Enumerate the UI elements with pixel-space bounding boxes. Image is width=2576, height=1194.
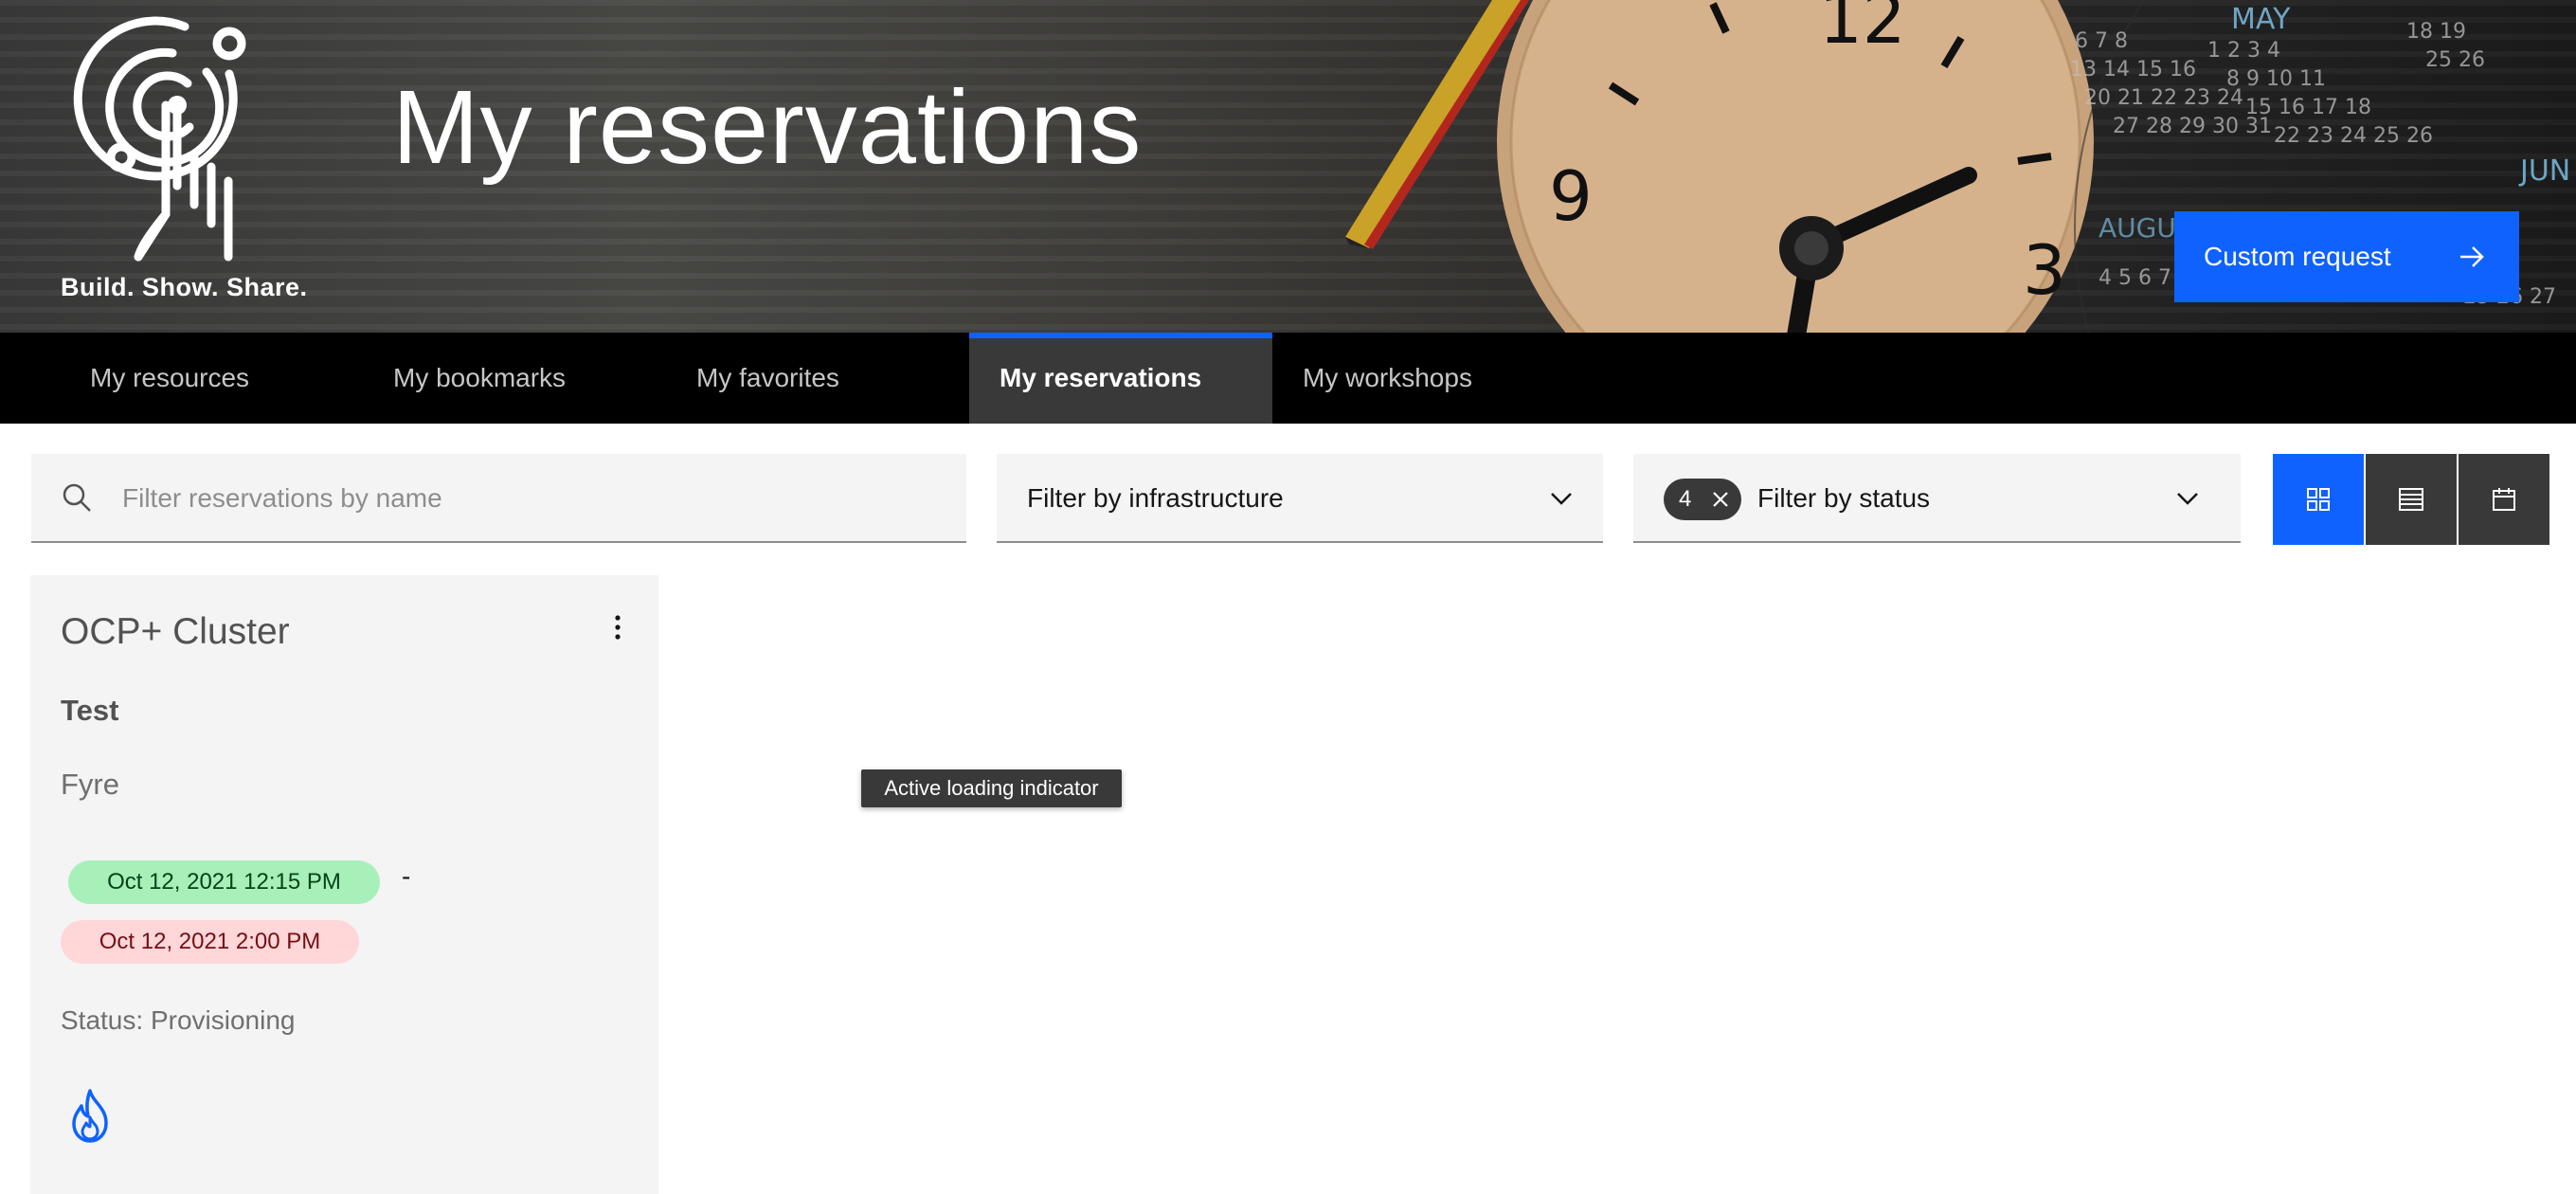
svg-text:4 5 6 7: 4 5 6 7: [2099, 266, 2171, 290]
reservation-status: Status: Provisioning: [61, 1005, 296, 1035]
custom-request-label: Custom request: [2204, 242, 2391, 271]
svg-text:12: 12: [1819, 0, 1906, 59]
grid-icon: [2307, 488, 2330, 511]
chevron-down-icon: [1551, 493, 1572, 505]
infrastructure-filter-dropdown[interactable]: Filter by infrastructure: [997, 454, 1603, 543]
list-view-button[interactable]: [2366, 454, 2457, 545]
svg-text:20 21 22 23 24: 20 21 22 23 24: [2084, 86, 2243, 110]
svg-text:8 9 10 11: 8 9 10 11: [2226, 67, 2326, 91]
status-selected-count-tag[interactable]: 4: [1664, 479, 1741, 520]
svg-text:9: 9: [1549, 156, 1593, 236]
svg-text:JUN: JUN: [2518, 154, 2570, 188]
page-title: My reservations: [392, 69, 1143, 186]
svg-text:6 7 8: 6 7 8: [2075, 29, 2128, 53]
status-filter-label: Filter by status: [1757, 483, 1931, 513]
reservation-card[interactable]: OCP+ Cluster Test Fyre Oct 12, 2021 12:1…: [30, 575, 658, 1194]
reservation-infrastructure: Fyre: [61, 768, 119, 801]
reservation-title: OCP+ Cluster: [61, 611, 290, 652]
arrow-right-icon: [2460, 246, 2484, 267]
tagline: Build. Show. Share.: [61, 273, 308, 301]
svg-text:1 2 3 4: 1 2 3 4: [2207, 39, 2280, 63]
date-separator: -: [402, 861, 411, 891]
status-filter-dropdown[interactable]: 4 Filter by status: [1633, 454, 2241, 543]
build-show-share-logo: [73, 16, 246, 262]
clear-selection-icon[interactable]: [1711, 490, 1730, 509]
tab-my-workshops[interactable]: My workshops: [1303, 333, 1472, 424]
grid-view-button[interactable]: [2273, 454, 2364, 545]
end-date-tag: Oct 12, 2021 2:00 PM: [61, 920, 359, 964]
reservation-name: Test: [61, 694, 119, 727]
tab-my-favorites[interactable]: My favorites: [696, 333, 839, 424]
calendar-icon: [2493, 488, 2515, 511]
infrastructure-filter-label: Filter by infrastructure: [1027, 483, 1284, 513]
tab-my-resources[interactable]: My resources: [90, 333, 249, 424]
tab-my-bookmarks[interactable]: My bookmarks: [393, 333, 566, 424]
svg-text:13 14 15 16: 13 14 15 16: [2070, 58, 2196, 81]
tab-my-reservations[interactable]: My reservations: [969, 333, 1272, 424]
search-icon: [63, 483, 91, 512]
fyre-flame-icon: [72, 1089, 108, 1143]
loading-tooltip: Active loading indicator: [861, 769, 1122, 807]
hero-banner: 12 9 3 6 7 8 13 14 15 16 20 21 22 23 24 …: [0, 0, 2576, 333]
start-date-tag: Oct 12, 2021 12:15 PM: [68, 860, 380, 904]
svg-text:3: 3: [2023, 230, 2066, 310]
list-icon: [2399, 488, 2423, 511]
svg-text:MAY: MAY: [2231, 3, 2291, 36]
calendar-view-button[interactable]: [2459, 454, 2549, 545]
svg-text:25 26: 25 26: [2425, 48, 2485, 72]
overflow-menu-icon[interactable]: [612, 611, 623, 643]
search-field: [31, 454, 966, 543]
svg-text:22 23 24 25 26: 22 23 24 25 26: [2274, 124, 2433, 148]
svg-text:18 19: 18 19: [2406, 20, 2466, 44]
selected-count: 4: [1679, 486, 1692, 512]
svg-text:15 16 17 18: 15 16 17 18: [2245, 96, 2371, 119]
tab-bar: My resources My bookmarks My favorites M…: [0, 333, 2576, 424]
search-input[interactable]: [120, 454, 948, 543]
chevron-down-icon: [2177, 493, 2198, 505]
custom-request-button[interactable]: Custom request: [2174, 211, 2519, 302]
